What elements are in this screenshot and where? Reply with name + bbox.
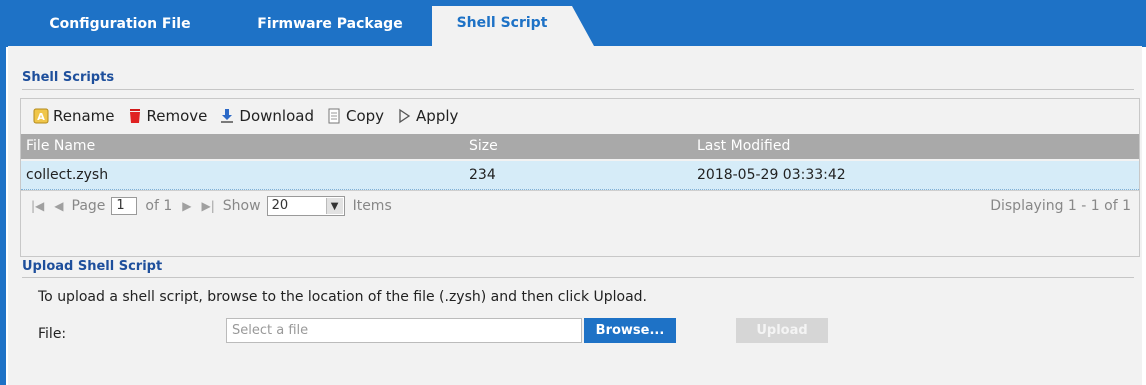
section-divider (22, 277, 1134, 278)
grid-toolbar: A Rename Remove Download Copy Apply (21, 99, 1139, 133)
section-divider (22, 89, 1134, 90)
file-input[interactable]: Select a file (226, 318, 582, 343)
column-header-file-name[interactable]: File Name (26, 134, 95, 159)
copy-label: Copy (345, 107, 385, 125)
tab-bar: Configuration File Firmware Package Shel… (0, 0, 1146, 47)
first-page-icon[interactable]: |◀ (31, 199, 44, 213)
cell-size: 234 (469, 167, 496, 183)
browse-button[interactable]: Browse... (584, 318, 676, 343)
remove-label: Remove (146, 107, 208, 125)
play-icon (396, 108, 412, 124)
file-label: File: (38, 326, 67, 342)
left-accent-bar (0, 46, 6, 385)
section-title-shell-scripts: Shell Scripts (22, 70, 115, 85)
chevron-down-icon[interactable]: ▼ (325, 198, 343, 214)
items-per-page-select[interactable]: 20 ▼ (266, 196, 345, 216)
rename-button[interactable]: A Rename (33, 107, 115, 125)
shell-scripts-grid: A Rename Remove Download Copy Apply File… (20, 98, 1140, 257)
remove-button[interactable]: Remove (127, 107, 208, 125)
items-label: Items (352, 198, 392, 214)
cell-last-modified: 2018-05-29 03:33:42 (697, 167, 846, 183)
tab-shell-script[interactable]: Shell Script (432, 6, 572, 46)
tab-configuration-file[interactable]: Configuration File (30, 0, 210, 47)
apply-label: Apply (416, 107, 459, 125)
rename-label: Rename (53, 107, 115, 125)
copy-icon (326, 108, 342, 124)
column-header-last-modified[interactable]: Last Modified (697, 134, 790, 159)
column-header-row: File Name Size Last Modified (21, 134, 1139, 159)
last-page-icon[interactable]: ▶| (202, 199, 215, 213)
cell-file-name: collect.zysh (26, 167, 109, 183)
copy-button[interactable]: Copy (326, 107, 384, 125)
download-label: Download (239, 107, 314, 125)
displaying-count: Displaying 1 - 1 of 1 (990, 198, 1131, 214)
items-per-page-value: 20 (271, 198, 289, 213)
page-count-label: of 1 (145, 198, 173, 214)
prev-page-icon[interactable]: ◀ (54, 199, 63, 213)
download-button[interactable]: Download (219, 107, 314, 125)
pagination-bar: |◀ ◀ Page 1 of 1 ▶ ▶| Show 20 ▼ Items Di… (21, 190, 1139, 221)
column-header-size[interactable]: Size (469, 134, 498, 159)
apply-button[interactable]: Apply (396, 107, 458, 125)
upload-button[interactable]: Upload (736, 318, 828, 343)
table-row[interactable]: collect.zysh 234 2018-05-29 03:33:42 (21, 161, 1139, 190)
rename-icon: A (33, 108, 49, 124)
trash-icon (127, 108, 143, 124)
next-page-icon[interactable]: ▶ (182, 199, 191, 213)
tab-firmware-package[interactable]: Firmware Package (232, 0, 428, 47)
page-label: Page (71, 198, 106, 214)
page-number-input[interactable]: 1 (111, 197, 138, 215)
section-title-upload-shell-script: Upload Shell Script (22, 259, 163, 274)
show-label: Show (222, 198, 261, 214)
tab-notch (572, 6, 594, 46)
svg-text:A: A (37, 112, 45, 123)
upload-instructions: To upload a shell script, browse to the … (38, 289, 647, 305)
download-icon (219, 108, 235, 124)
